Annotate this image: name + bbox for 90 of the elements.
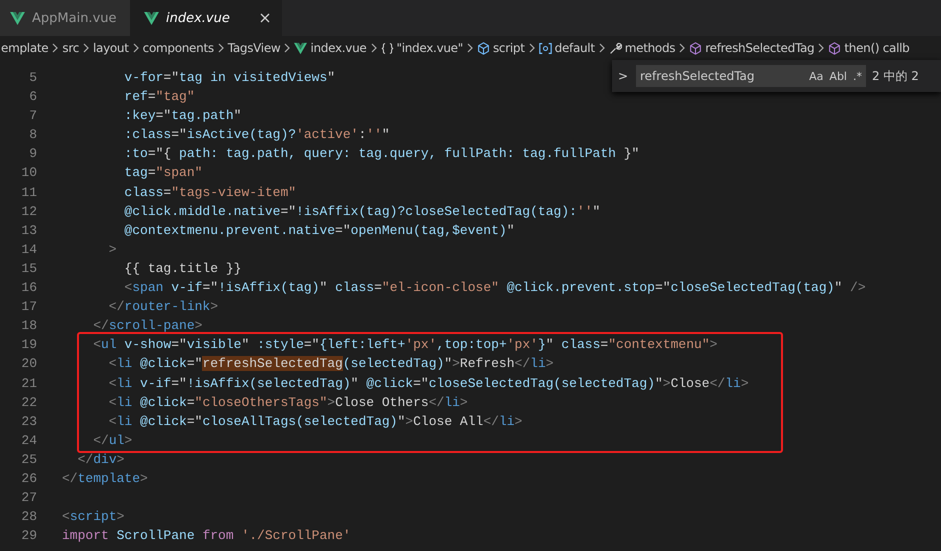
code-line: import ScrollPane from './ScrollPane' (62, 527, 351, 546)
vue-logo-icon (294, 42, 308, 54)
bracket-icon (538, 42, 552, 54)
line-number: 9 (28, 145, 37, 164)
chevron-icon (528, 43, 535, 53)
line-number: 20 (20, 355, 37, 374)
chevron-icon (466, 43, 473, 53)
chevron-icon (679, 43, 686, 53)
code-line: <script> (62, 508, 124, 526)
code-line: @contextmenu.prevent.native="openMenu(tag,$event)" (123, 222, 514, 240)
cube-icon (476, 42, 490, 54)
line-number: 22 (20, 394, 37, 412)
code-line: </scroll-pane> (92, 317, 202, 336)
line-number: 12 (20, 202, 37, 221)
line-number: 14 (20, 240, 37, 259)
code-line: <ul v-show="visible" :style="{left:left+'px',top:top+'px'}" class="contextmenu"> (92, 336, 718, 354)
line-number: 5 (28, 69, 37, 87)
code-line: :key="tag.path" (123, 107, 242, 126)
breadcrumb-item[interactable]: refreshSelectedTag (705, 41, 814, 55)
chevron-icon (132, 43, 139, 53)
chevron-icon (284, 43, 290, 53)
cube-icon (828, 42, 842, 54)
close-icon[interactable] (260, 13, 270, 23)
line-number: 23 (20, 412, 37, 431)
braces-icon (380, 42, 394, 54)
chevron-icon (218, 43, 224, 53)
breadcrumb-item[interactable]: methods (624, 41, 676, 55)
search-option-toggle[interactable]: Aa (809, 70, 824, 82)
breadcrumb-item[interactable]: default (554, 41, 595, 55)
wrench-icon (608, 42, 622, 54)
line-number: 15 (20, 260, 37, 278)
chevron-icon (598, 43, 605, 53)
chevron-icon (818, 43, 824, 53)
chevron-icon (83, 43, 89, 53)
editor-tab[interactable]: index.vue (130, 0, 282, 36)
breadcrumb-item[interactable]: components (142, 41, 214, 55)
chevron-icon (370, 43, 376, 53)
find-input[interactable]: refreshSelectedTag Aa Abl .* (636, 65, 866, 87)
code-line: :class="isActive(tag)?'active':''" (123, 126, 390, 144)
code-line: tag="span" (123, 164, 202, 182)
breadcrumb-item[interactable]: src (62, 41, 79, 55)
line-number: 7 (28, 107, 37, 126)
line-number: 27 (20, 489, 37, 508)
code-line: </template> (62, 470, 148, 488)
vue-logo-icon (10, 12, 25, 24)
code-line: <li @click="closeAllTags(selectedTag)">Close All</li> (108, 412, 522, 431)
line-number: 28 (20, 508, 37, 526)
line-number: 29 (20, 527, 37, 546)
chevron-icon (52, 43, 58, 53)
line-number: 16 (20, 279, 37, 298)
breadcrumb-item[interactable]: "index.vue" (396, 41, 463, 55)
line-number: 8 (28, 126, 37, 144)
breadcrumb-item[interactable]: index.vue (310, 41, 366, 55)
line-number: 25 (20, 450, 37, 469)
code-line: </ul> (92, 432, 132, 450)
line-number: 18 (20, 317, 37, 336)
line-number: 13 (20, 222, 37, 240)
code-line: ref="tag" (123, 88, 195, 106)
code-line: class="tags-view-item" (123, 184, 296, 202)
code-line: > (108, 240, 117, 259)
cube-icon (689, 42, 702, 54)
code-line: <li @click="refreshSelectedTag(selectedTag)">Refresh</li> (108, 355, 554, 374)
editor-tab[interactable]: AppMain.vue (0, 0, 130, 36)
code-line: <span v-if="!isAffix(tag)" class="el-icon-close" @click.prevent.stop="closeSelectedTag(tag)" /> (123, 279, 866, 298)
match-count: 2 中的 2 (872, 68, 919, 84)
search-option-toggle[interactable]: .* (853, 70, 862, 82)
line-number: 19 (20, 336, 37, 354)
line-number: 21 (20, 374, 37, 392)
code-line: v-for="tag in visitedViews" (123, 69, 336, 87)
line-number: 17 (20, 298, 37, 316)
code-line: <li v-if="!isAffix(selectedTag)" @click="closeSelectedTag(selectedTag)">Close</li> (108, 374, 749, 392)
breadcrumb-item[interactable]: then() callb (844, 41, 910, 55)
breadcrumb-item[interactable]: script (492, 41, 525, 55)
line-number: 24 (20, 432, 37, 450)
line-number: 6 (28, 88, 37, 106)
code-line: <li @click="closeOthersTags">Close Others</li> (108, 394, 468, 412)
breadcrumb-item[interactable]: layout (93, 41, 129, 55)
code-line: </div> (76, 450, 124, 469)
toggle-replace-button[interactable]: > (616, 69, 630, 83)
breadcrumb-item[interactable]: TagsView (228, 41, 280, 55)
line-number: 10 (20, 164, 37, 182)
code-line: @click.middle.native="!isAffix(tag)?closeSelectedTag(tag):''" (123, 202, 600, 221)
line-number: 11 (20, 184, 37, 202)
code-line: {{ tag.title }} (123, 260, 242, 278)
code-line: </router-link> (108, 298, 218, 316)
search-option-toggle[interactable]: Abl (829, 70, 847, 82)
line-number: 26 (20, 470, 37, 488)
breadcrumb-item[interactable]: emplate (1, 41, 48, 55)
code-line: :to="{ path: tag.path, query: tag.query, fullPath: tag.fullPath }" (123, 145, 640, 164)
vue-logo-icon (144, 12, 159, 24)
